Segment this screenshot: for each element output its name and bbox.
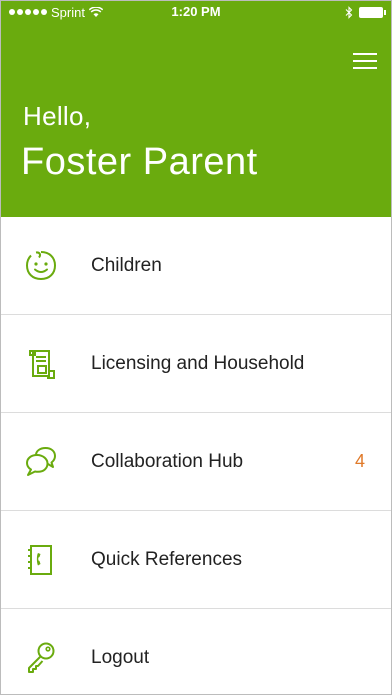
child-face-icon: [21, 246, 61, 286]
menu-item-label: Children: [91, 254, 162, 276]
menu-item-licensing-household[interactable]: Licensing and Household: [1, 315, 391, 413]
wifi-icon: [88, 6, 103, 17]
notification-count-badge: 4: [354, 451, 365, 471]
key-icon: [21, 638, 61, 678]
menu-item-label: Logout: [91, 646, 150, 668]
user-name: Foster Parent: [21, 141, 258, 183]
phone-book-icon: [21, 540, 61, 580]
app-screen: Sprint 1:20 PM Hello, Foster Parent Chil…: [0, 0, 392, 695]
battery-icon: [359, 6, 386, 18]
carrier-name: Sprint: [51, 4, 85, 20]
header: Sprint 1:20 PM Hello, Foster Parent: [1, 1, 391, 217]
menu-item-children[interactable]: Children: [1, 217, 391, 315]
hamburger-menu-button[interactable]: [353, 53, 377, 73]
bluetooth-icon: [345, 5, 353, 19]
menu-item-label: Collaboration Hub: [91, 450, 244, 472]
main-menu: Children Licensing and Household Collabo…: [1, 217, 391, 694]
chat-bubbles-icon: [21, 442, 61, 482]
menu-item-logout[interactable]: Logout: [1, 609, 391, 694]
status-bar: Sprint 1:20 PM: [1, 1, 391, 23]
menu-item-label: Quick References: [91, 548, 243, 570]
menu-item-label: Licensing and Household: [91, 352, 305, 374]
menu-item-quick-references[interactable]: Quick References: [1, 511, 391, 609]
menu-item-collaboration-hub[interactable]: Collaboration Hub 4: [1, 413, 391, 511]
document-scroll-icon: [21, 344, 61, 384]
signal-strength-icon: [9, 9, 47, 15]
greeting-text: Hello,: [23, 101, 92, 131]
